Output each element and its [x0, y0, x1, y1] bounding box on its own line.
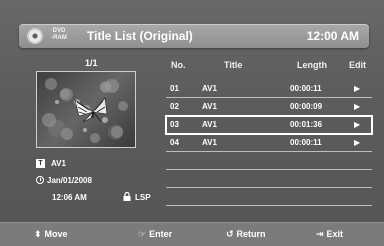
empty-row [166, 152, 372, 170]
edit-arrow-icon[interactable]: ▶ [354, 84, 360, 93]
return-hint: ↺ Return [226, 229, 266, 240]
edit-arrow-icon[interactable]: ▶ [354, 120, 360, 129]
row-number: 01 [170, 84, 179, 93]
butterfly-image [42, 78, 128, 143]
footer-bar: ⬍ Move ☞ Enter ↺ Return ⇥ Exit [0, 222, 384, 246]
dvd-menu-screen: DVD -RAM Title List (Original) 12:00 AM … [0, 0, 384, 246]
clock-icon [36, 176, 44, 184]
title-bar: DVD -RAM Title List (Original) 12:00 AM [19, 24, 369, 48]
row-title: AV1 [202, 138, 217, 147]
exit-hint: ⇥ Exit [316, 229, 343, 240]
disc-type-label: DVD -RAM [47, 28, 71, 42]
return-label: Return [236, 229, 266, 239]
preview-date: Jan/01/2008 [47, 176, 92, 185]
empty-row [166, 170, 372, 188]
title-row-selected[interactable]: 03 AV1 00:01:36 ▶ [165, 115, 373, 135]
enter-icon: ☞ [138, 229, 147, 239]
page-title: Title List (Original) [87, 29, 193, 43]
row-length: 00:01:36 [290, 120, 323, 129]
page-number: 1/1 [85, 58, 98, 68]
edit-arrow-icon[interactable]: ▶ [354, 138, 360, 147]
enter-hint: ☞ Enter [138, 229, 172, 240]
row-title: AV1 [202, 84, 217, 93]
recording-mode: LSP [135, 193, 151, 202]
move-label: Move [44, 229, 68, 239]
row-length: 00:00:11 [290, 138, 322, 147]
updown-arrow-icon: ⬍ [34, 229, 42, 239]
exit-label: Exit [326, 229, 344, 239]
column-header-edit: Edit [349, 60, 366, 70]
column-header-no: No. [171, 60, 186, 70]
preview-time: 12:06 AM [52, 193, 87, 202]
row-number: 02 [170, 102, 179, 111]
title-icon: T [36, 159, 45, 168]
title-row[interactable]: 04 AV1 00:00:11 ▶ [166, 134, 372, 152]
preview-title: AV1 [51, 159, 66, 168]
column-header-title: Title [224, 60, 243, 70]
title-row[interactable]: 01 AV1 00:00:11 ▶ [166, 80, 372, 98]
row-number: 03 [170, 120, 179, 129]
empty-row [166, 188, 372, 206]
title-row[interactable]: 02 AV1 00:00:09 ▶ [166, 98, 372, 116]
edit-arrow-icon[interactable]: ▶ [354, 102, 360, 111]
clock-display: 12:00 AM [306, 29, 359, 43]
return-icon: ↺ [226, 229, 234, 239]
disc-type-line1: DVD [52, 28, 66, 34]
row-length: 00:00:11 [290, 84, 322, 93]
title-thumbnail [36, 71, 136, 148]
title-list: 01 AV1 00:00:11 ▶ 02 AV1 00:00:09 ▶ 03 A… [165, 80, 373, 206]
disc-icon [27, 28, 43, 44]
column-header-length: Length [297, 60, 327, 70]
disc-type-line2: -RAM [51, 35, 67, 41]
exit-icon: ⇥ [316, 229, 324, 239]
row-number: 04 [170, 138, 179, 147]
row-length: 00:00:09 [290, 102, 323, 111]
row-title: AV1 [202, 120, 217, 129]
lock-icon [123, 192, 131, 201]
move-hint: ⬍ Move [34, 229, 68, 240]
enter-label: Enter [149, 229, 173, 239]
row-title: AV1 [202, 102, 217, 111]
